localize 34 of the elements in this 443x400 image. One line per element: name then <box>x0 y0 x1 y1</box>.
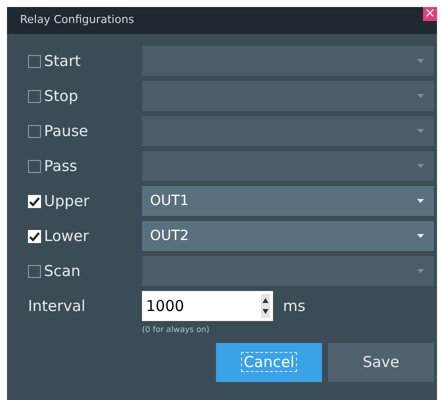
check-icon <box>29 196 40 206</box>
relay-dropdown[interactable]: OUT1 <box>142 186 434 216</box>
checkbox[interactable] <box>28 160 41 172</box>
dialog-button[interactable]: Save <box>328 343 434 382</box>
interval-hint: (0 for always on) <box>142 324 210 336</box>
window-title: Relay Configurations <box>20 12 134 28</box>
caret-icon <box>417 234 424 238</box>
caret-icon <box>417 129 424 133</box>
checkbox[interactable] <box>28 54 41 68</box>
relay-label: Start <box>44 50 81 72</box>
caret-icon <box>417 164 424 168</box>
close-button[interactable]: × <box>423 7 437 21</box>
spinner-arrows-icon <box>261 294 270 318</box>
relay-dropdown[interactable]: OUT2 <box>142 221 434 251</box>
caret-icon <box>417 269 424 273</box>
relay-label: Upper <box>44 190 90 212</box>
relay-label: Lower <box>44 226 89 247</box>
unit-label: ms <box>283 296 306 317</box>
dropdown-value: OUT1 <box>150 192 189 210</box>
check-icon <box>29 230 40 242</box>
checkbox[interactable] <box>28 90 41 102</box>
relay-label: Pause <box>44 120 88 142</box>
relay-label: Scan <box>44 260 80 282</box>
interval-label: Interval <box>28 296 86 317</box>
checkbox[interactable] <box>28 264 41 278</box>
relay-label: Pass <box>44 156 78 177</box>
caret-icon <box>417 199 424 203</box>
relay-label: Stop <box>44 86 78 107</box>
dialog-button[interactable]: Cancel <box>216 343 322 382</box>
caret-icon <box>417 94 424 98</box>
caret-icon <box>417 59 424 63</box>
checkbox[interactable] <box>28 124 41 138</box>
interval-spinbox[interactable]: 1000 <box>142 291 273 321</box>
dropdown-value: OUT2 <box>150 226 189 246</box>
